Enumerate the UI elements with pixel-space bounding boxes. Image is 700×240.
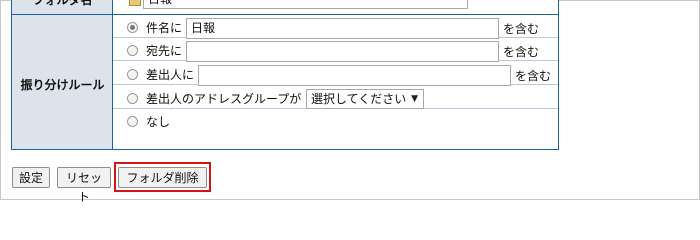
- subject-input[interactable]: 日報: [186, 18, 499, 39]
- none-radio[interactable]: [127, 116, 138, 127]
- settings-button[interactable]: 設定: [12, 167, 50, 188]
- address-group-option-label: 差出人のアドレスグループが: [146, 92, 302, 106]
- sender-option-label: 差出人に: [146, 68, 195, 82]
- address-group-radio[interactable]: [127, 93, 138, 104]
- delete-folder-button[interactable]: フォルダ削除: [118, 167, 207, 188]
- address-group-select[interactable]: 選択してください ▼: [306, 89, 424, 109]
- label-column: [12, 0, 113, 149]
- none-option-label: なし: [146, 115, 171, 129]
- subject-suffix: を含む: [503, 22, 540, 36]
- sender-radio[interactable]: [127, 69, 138, 80]
- dropdown-arrow-icon: ▼: [411, 94, 418, 104]
- folder-name-input[interactable]: 日報: [143, 0, 468, 9]
- sorting-rules-label: 振り分けルール: [20, 78, 105, 92]
- subject-option-label: 件名に: [146, 21, 183, 35]
- sender-suffix: を含む: [515, 69, 552, 83]
- row-divider: [12, 14, 558, 15]
- address-group-selected-value: 選択してください: [311, 92, 407, 106]
- reset-button[interactable]: リセット: [57, 167, 111, 204]
- recipient-input[interactable]: [186, 41, 499, 62]
- folder-settings-table: フォルダ名 日報 振り分けルール 件名に 日報 を含む 宛先に を含む 差出人に…: [11, 0, 559, 150]
- sender-input[interactable]: [198, 65, 511, 86]
- folder-name-label: フォルダ名: [32, 0, 93, 7]
- recipient-suffix: を含む: [503, 45, 540, 59]
- folder-icon: [129, 0, 141, 6]
- subject-radio[interactable]: [127, 22, 138, 33]
- recipient-radio[interactable]: [127, 45, 138, 56]
- recipient-option-label: 宛先に: [146, 44, 183, 58]
